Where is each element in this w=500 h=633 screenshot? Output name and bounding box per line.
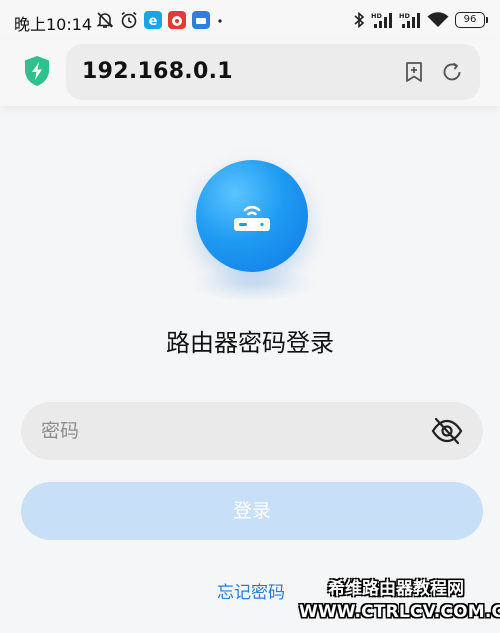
- watermark-title: 希维路由器教程网: [328, 579, 464, 599]
- bluetooth-icon: [354, 11, 365, 29]
- bookmark-add-icon[interactable]: [402, 60, 426, 84]
- shield-bolt-icon[interactable]: [22, 54, 52, 88]
- app-icon-e: e: [144, 11, 162, 29]
- url-text[interactable]: 192.168.0.1: [82, 59, 233, 84]
- refresh-icon[interactable]: [440, 60, 464, 84]
- alarm-icon: [121, 11, 137, 29]
- router-logo-icon: [234, 205, 270, 231]
- battery-icon: 96: [455, 12, 488, 28]
- dot-icon: [218, 19, 222, 23]
- login-button[interactable]: 登录: [21, 482, 483, 540]
- url-field[interactable]: 192.168.0.1: [66, 44, 480, 100]
- app-icon-red: [168, 11, 186, 29]
- status-bar: 晚上10:14 e HD HD 96: [0, 0, 500, 40]
- svg-text:e: e: [149, 14, 158, 29]
- password-input[interactable]: [41, 402, 421, 460]
- password-field[interactable]: [21, 402, 483, 460]
- forgot-password-link[interactable]: 忘记密码: [217, 578, 285, 603]
- app-icon-blue: [192, 11, 210, 29]
- router-logo: [196, 160, 308, 272]
- svg-text:HD: HD: [371, 12, 382, 20]
- status-time: 晚上10:14: [14, 15, 93, 34]
- svg-text:HD: HD: [399, 12, 410, 20]
- mute-bell-icon: [96, 12, 114, 28]
- page-title: 路由器密码登录: [166, 329, 334, 357]
- hd-signal-icon: HD: [399, 12, 420, 28]
- hd-signal-icon: HD: [371, 12, 392, 28]
- address-bar: 192.168.0.1: [0, 40, 500, 106]
- wifi-icon: [427, 12, 449, 27]
- watermark-url: WWW.CTRLCV.COM.CN: [299, 602, 500, 622]
- eye-off-icon[interactable]: [431, 416, 463, 446]
